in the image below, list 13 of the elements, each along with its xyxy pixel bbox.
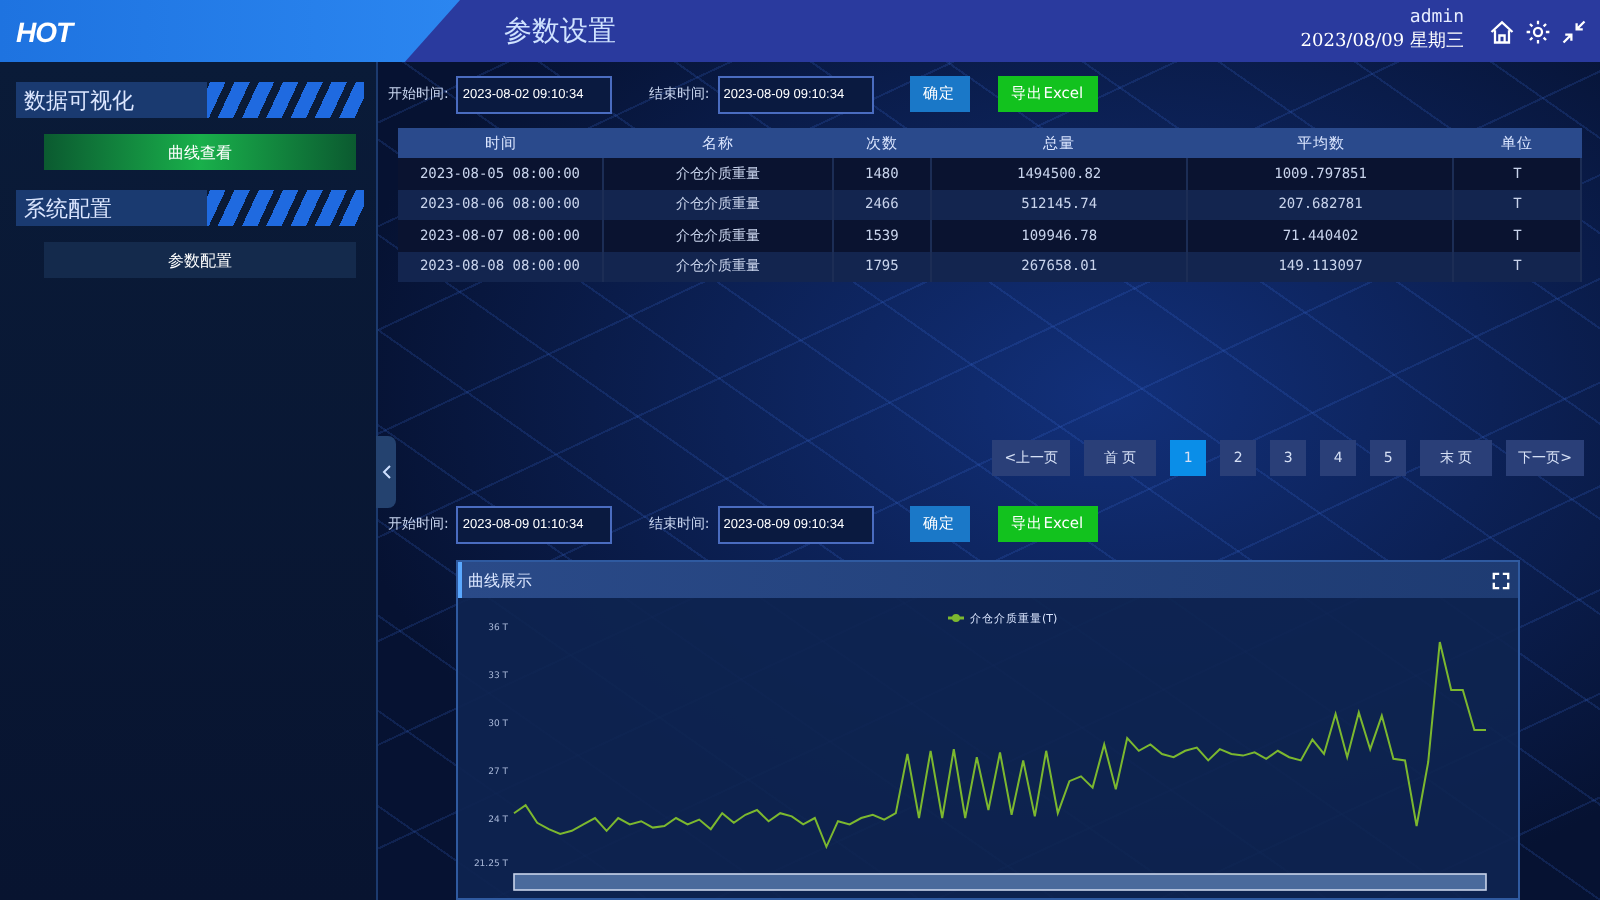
sidebar-section-title: 系统配置 bbox=[16, 190, 364, 226]
zoom-slider[interactable] bbox=[513, 873, 1487, 891]
collapse-handle[interactable] bbox=[376, 436, 396, 508]
date-text: 2023/08/09 星期三 bbox=[1300, 29, 1464, 54]
sidebar-item[interactable]: 参数配置 bbox=[44, 242, 356, 278]
fullscreen-icon[interactable] bbox=[1492, 571, 1510, 589]
panel-title: 曲线展示 bbox=[468, 569, 532, 591]
sidebar-section-title: 数据可视化 bbox=[16, 82, 364, 118]
user-name: admin bbox=[1409, 8, 1464, 28]
home-icon[interactable] bbox=[1488, 17, 1516, 45]
page-title: 参数设置 bbox=[504, 13, 618, 49]
collapse-icon[interactable] bbox=[1560, 17, 1588, 45]
logo: HOT bbox=[16, 15, 73, 47]
